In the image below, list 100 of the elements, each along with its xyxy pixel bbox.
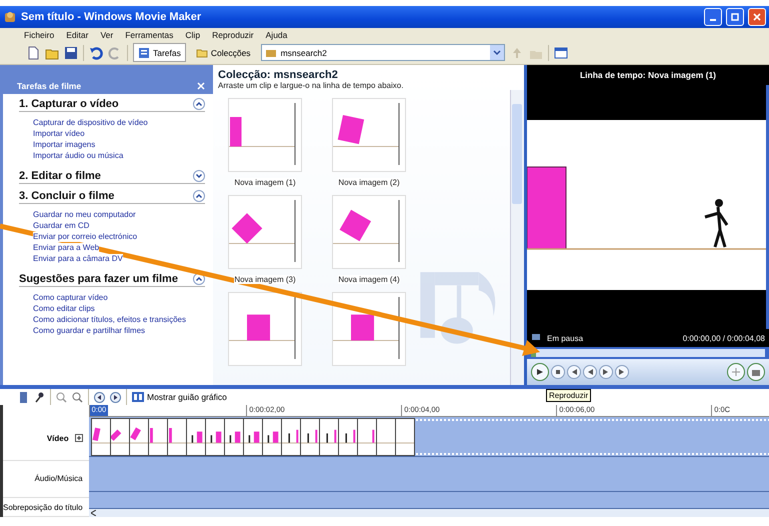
task-link[interactable]: Enviar por correio electrónico xyxy=(33,232,138,242)
video-clip[interactable] xyxy=(168,418,186,455)
section-title[interactable]: 3. Concluir o filme xyxy=(19,190,114,202)
video-clip[interactable] xyxy=(300,418,319,455)
task-link[interactable]: Como guardar e partilhar filmes xyxy=(33,326,146,336)
task-link[interactable]: Como editar clips xyxy=(33,304,95,314)
camera-icon xyxy=(752,368,760,376)
preview-title: Linha de tempo: Nova imagem (1) xyxy=(527,65,769,85)
menu-item[interactable]: Ficheiro xyxy=(24,30,54,40)
views-icon[interactable] xyxy=(554,46,568,60)
stop-button[interactable] xyxy=(551,365,565,379)
monitor-icon[interactable] xyxy=(531,333,541,343)
rewind-icon[interactable] xyxy=(94,392,105,402)
video-clip[interactable] xyxy=(358,418,376,455)
video-clip[interactable] xyxy=(262,418,281,455)
close-button[interactable] xyxy=(748,8,766,26)
video-clip[interactable] xyxy=(186,418,205,455)
previous-button[interactable] xyxy=(567,365,581,379)
clip-thumbnail[interactable] xyxy=(228,98,302,172)
task-link[interactable]: Capturar de dispositivo de vídeo xyxy=(33,118,148,128)
clip-thumbnail[interactable] xyxy=(332,292,406,366)
task-link[interactable]: Importar áudio ou música xyxy=(33,151,124,161)
minimize-button[interactable] xyxy=(704,8,722,26)
scroll-left-icon[interactable] xyxy=(90,510,96,516)
time-display: 0:00:00,00 / 0:00:04,08 xyxy=(682,334,765,342)
forward-button[interactable] xyxy=(599,365,613,379)
task-link[interactable]: Guardar no meu computador xyxy=(33,210,136,220)
video-clip[interactable] xyxy=(130,418,148,455)
track-label: Vídeo xyxy=(46,434,69,443)
microphone-icon[interactable] xyxy=(34,392,45,402)
clip-label: Nova imagem (4) xyxy=(338,275,400,284)
toolbar-tab[interactable]: Tarefas xyxy=(133,43,186,62)
task-link[interactable]: Importar vídeo xyxy=(33,129,85,139)
menu-item[interactable]: Clip xyxy=(185,30,200,40)
collection-dropdown[interactable]: msnsearch2 xyxy=(260,44,505,61)
list-icon xyxy=(138,46,150,58)
task-link[interactable]: Importar imagens xyxy=(33,140,96,150)
menu-item[interactable]: Editar xyxy=(66,30,88,40)
previous-icon xyxy=(571,369,577,375)
clip-label: Nova imagem (1) xyxy=(234,178,296,187)
menu-item[interactable]: Ver xyxy=(100,30,114,40)
expand-icon[interactable] xyxy=(193,170,205,182)
forward-icon xyxy=(603,369,609,375)
scrollbar[interactable] xyxy=(510,90,524,385)
video-clip[interactable] xyxy=(376,418,395,455)
play-icon[interactable] xyxy=(110,392,121,402)
clip-thumbnail[interactable] xyxy=(228,292,302,366)
rewind-icon xyxy=(587,369,593,375)
save-icon[interactable] xyxy=(64,46,78,60)
track-label: Sobreposição do título xyxy=(3,502,83,512)
folder-icon xyxy=(264,48,277,58)
expand-icon[interactable] xyxy=(74,434,83,442)
menu-item[interactable]: Ferramentas xyxy=(125,30,174,40)
video-clip[interactable] xyxy=(338,418,357,455)
collection-hint: Arraste um clip e largue-o na linha de tempo abaixo. xyxy=(217,81,404,90)
section-title[interactable]: Sugestões para fazer um filme xyxy=(19,273,178,285)
zoom-out-icon[interactable] xyxy=(72,392,83,402)
new-file-icon[interactable] xyxy=(26,46,40,60)
video-clip[interactable] xyxy=(320,418,338,455)
video-clip[interactable] xyxy=(244,418,262,455)
task-link[interactable]: Como capturar vídeo xyxy=(33,293,108,303)
video-clip[interactable] xyxy=(110,418,129,455)
section-title[interactable]: 2. Editar o filme xyxy=(19,170,101,182)
snapshot-button[interactable] xyxy=(747,363,765,381)
clip-thumbnail[interactable] xyxy=(332,98,406,172)
video-clip[interactable] xyxy=(282,418,300,455)
undo-icon[interactable] xyxy=(89,46,103,60)
clip-thumbnail[interactable] xyxy=(228,195,302,269)
task-link[interactable]: Enviar para a câmara DV xyxy=(33,254,123,264)
close-icon[interactable] xyxy=(197,82,205,90)
menu-item[interactable]: Reproduzir xyxy=(212,30,254,40)
task-link[interactable]: Guardar em CD xyxy=(33,221,90,231)
task-link[interactable]: Como adicionar títulos, efeitos e transições xyxy=(33,315,186,325)
clip-label: Nova imagem (3) xyxy=(234,275,296,284)
split-icon xyxy=(732,368,740,376)
zoom-in-icon[interactable] xyxy=(56,392,67,402)
video-clip[interactable] xyxy=(206,418,224,455)
rewind-button[interactable] xyxy=(583,365,597,379)
video-clip[interactable] xyxy=(148,418,167,455)
storyboard-icon[interactable] xyxy=(18,392,29,402)
task-link[interactable]: Enviar para a Web xyxy=(33,243,100,253)
playback-status: Em pausa xyxy=(547,334,584,342)
split-button[interactable] xyxy=(727,363,745,381)
section-title[interactable]: 1. Capturar o vídeo xyxy=(19,98,119,110)
video-clip[interactable] xyxy=(92,418,110,455)
menu-item[interactable]: Ajuda xyxy=(266,30,288,40)
play-icon xyxy=(537,369,543,375)
collapse-icon[interactable] xyxy=(193,190,205,202)
track-label: Áudio/Música xyxy=(34,474,83,484)
video-clip[interactable] xyxy=(224,418,243,455)
maximize-button[interactable] xyxy=(726,8,744,26)
next-button[interactable] xyxy=(615,365,629,379)
toolbar-tab[interactable]: Colecções xyxy=(190,43,256,62)
collection-title: Colecção: msnsearch2 xyxy=(217,68,339,81)
play-button[interactable] xyxy=(531,363,549,381)
video-clip[interactable] xyxy=(396,418,414,455)
collapse-icon[interactable] xyxy=(193,98,205,110)
stop-icon xyxy=(556,370,560,374)
clip-thumbnail[interactable] xyxy=(332,195,406,269)
storyboard-button[interactable]: Mostrar guião gráfico xyxy=(132,392,227,402)
